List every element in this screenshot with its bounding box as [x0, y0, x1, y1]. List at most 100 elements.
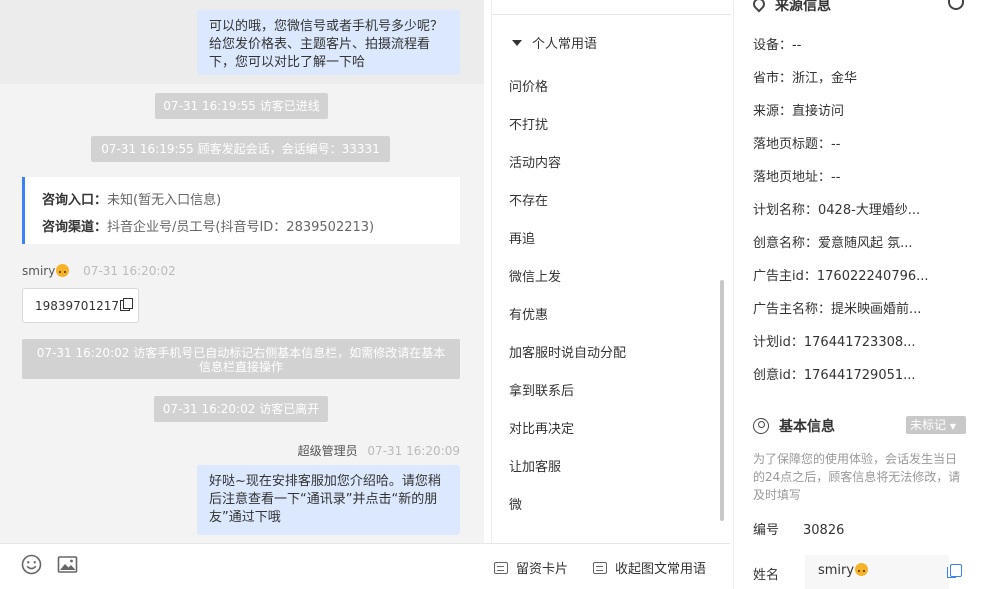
customer-id-row: 编号 30826	[753, 519, 844, 538]
phrase-item[interactable]: 加客服时说自动分配	[509, 342, 626, 361]
row-label: 省市：	[753, 71, 793, 86]
caret-down-icon: ▼	[949, 422, 956, 431]
phrase-item[interactable]: 不打扰	[509, 114, 548, 133]
row-label: 广告主id：	[753, 269, 817, 284]
customer-name-field[interactable]: smiry	[805, 555, 949, 589]
row-value: 176022240796...	[816, 269, 929, 284]
collapse-phrases-label: 收起图文常用语	[615, 562, 707, 577]
row-label: 创意名称：	[753, 236, 819, 251]
agent-message-bubble: 可以的哦，您微信号或者手机号多少呢？给您发价格表、主题客片、拍摄流程看下，您可以…	[197, 10, 460, 75]
row-label: 落地页地址：	[753, 170, 832, 185]
agent-name: 超级管理员	[297, 444, 358, 458]
phrase-item[interactable]: 有优惠	[509, 304, 548, 323]
phrase-group-label: 个人常用语	[532, 37, 598, 52]
basic-info-note: 为了保障您的使用体验，会话发生当日的24点之后，顾客信息将无法修改，请及时填写	[753, 452, 961, 502]
phrase-item[interactable]: 问价格	[509, 76, 548, 95]
user-icon	[753, 418, 769, 434]
phrase-group-personal[interactable]: 个人常用语	[512, 33, 597, 52]
source-row-plan-id: 计划id：176441723308...	[753, 331, 916, 350]
customer-name-label: 姓名	[753, 568, 780, 583]
row-label: 来源：	[753, 104, 793, 119]
lead-card-label: 留资卡片	[516, 562, 569, 577]
row-value: 176441729051...	[803, 368, 916, 383]
row-label: 落地页标题：	[753, 137, 832, 152]
source-info-title: 来源信息	[775, 0, 831, 14]
agent-message-meta: 超级管理员 07-31 16:20:09	[298, 442, 460, 459]
system-notice-enter: 07-31 16:19:55 访客已进线	[155, 93, 328, 119]
row-value: --	[792, 38, 802, 53]
customer-id-label: 编号	[753, 523, 780, 538]
row-value: 176441723308...	[803, 335, 916, 350]
row-label: 计划id：	[753, 335, 804, 350]
agent-message-bubble: 好哒~现在安排客服加您介绍哈。请您稍后注意查看一下“通讯录”并点击“新的朋友”通…	[197, 465, 460, 535]
system-notice-session: 07-31 16:19:55 顾客发起会话，会话编号：33331	[91, 136, 390, 162]
visitor-info-panel: 来源信息 设备：-- 省市：浙江，金华 来源：直接访问 落地页标题：-- 落地页…	[733, 0, 983, 589]
phrase-item[interactable]: 微	[509, 494, 522, 513]
basic-info-header: 基本信息	[753, 416, 835, 436]
visitor-message-meta: smiry 07-31 16:20:02	[22, 264, 176, 278]
divider	[492, 14, 731, 15]
copy-icon[interactable]	[947, 564, 962, 578]
customer-id-value: 30826	[803, 523, 845, 538]
row-label: 计划名称：	[753, 203, 819, 218]
row-value: 提米映画婚前...	[831, 302, 922, 317]
row-label: 创意id：	[753, 368, 804, 383]
phrase-item[interactable]: 不存在	[509, 190, 548, 209]
source-row-advertiser-id: 广告主id：176022240796...	[753, 265, 929, 284]
phrase-item[interactable]: 拿到联系后	[509, 380, 574, 399]
smiley-icon[interactable]	[21, 554, 42, 575]
collapse-phrases-button[interactable]: 收起图文常用语	[593, 558, 706, 577]
chat-panel[interactable]: 可以的哦，您微信号或者手机号多少呢？给您发价格表、主题客片、拍摄流程看下，您可以…	[0, 0, 484, 543]
settings-icon[interactable]	[948, 0, 964, 10]
copy-icon[interactable]	[119, 298, 133, 311]
row-value: 0428-大理婚纱...	[818, 203, 921, 218]
emoji-icon	[855, 563, 869, 576]
system-notice-left: 07-31 16:20:02 访客已离开	[154, 396, 328, 422]
tag-select-value: 未标记	[910, 418, 947, 432]
phrase-item[interactable]: 再追	[509, 228, 535, 247]
phrase-item[interactable]: 对比再决定	[509, 418, 574, 437]
consult-entry-value: 未知(暂无入口信息)	[107, 193, 222, 208]
source-row-origin: 来源：直接访问	[753, 100, 844, 119]
row-value: 爱意随风起 氛...	[818, 236, 913, 251]
basic-info-title: 基本信息	[779, 419, 835, 435]
consult-channel-label: 咨询渠道：	[42, 220, 108, 235]
visitor-time: 07-31 16:20:02	[83, 264, 176, 278]
row-value: 直接访问	[792, 104, 845, 119]
card-icon	[494, 562, 508, 574]
consult-channel-value: 抖音企业号/员工号(抖音号ID：2839502213)	[107, 220, 375, 235]
row-value: 浙江，金华	[792, 71, 858, 86]
source-row-landing-url: 落地页地址：--	[753, 166, 840, 185]
phrases-scrollbar[interactable]	[720, 280, 724, 521]
visitor-name: smiry	[22, 264, 56, 278]
source-row-creative-id: 创意id：176441729051...	[753, 364, 916, 383]
consult-channel-row: 咨询渠道：抖音企业号/员工号(抖音号ID：2839502213)	[42, 214, 460, 241]
source-row-device: 设备：--	[753, 34, 801, 53]
visitor-phone-number: 19839701217	[35, 299, 119, 313]
visitor-phone-message[interactable]: 19839701217	[22, 288, 139, 323]
phrase-item[interactable]: 微信上发	[509, 266, 561, 285]
customer-service-workspace: 可以的哦，您微信号或者手机号多少呢？给您发价格表、主题客片、拍摄流程看下，您可以…	[0, 0, 983, 589]
consult-entry-row: 咨询入口：未知(暂无入口信息)	[42, 187, 460, 214]
phrase-item[interactable]: 让加客服	[509, 456, 561, 475]
row-label: 广告主名称：	[753, 302, 832, 317]
source-row-landing-title: 落地页标题：--	[753, 133, 840, 152]
row-value: --	[831, 137, 841, 152]
source-row-advertiser-name: 广告主名称：提米映画婚前...	[753, 298, 921, 317]
image-icon[interactable]	[57, 554, 78, 575]
customer-name-value: smiry	[818, 563, 855, 578]
row-label: 设备：	[753, 38, 793, 53]
phrase-item[interactable]: 活动内容	[509, 152, 561, 171]
phrases-icon	[593, 562, 607, 574]
source-info-header: 来源信息	[750, 0, 831, 15]
lead-card-button[interactable]: 留资卡片	[494, 558, 568, 577]
consult-info-card: 咨询入口：未知(暂无入口信息) 咨询渠道：抖音企业号/员工号(抖音号ID：283…	[22, 177, 460, 244]
source-row-plan-name: 计划名称：0428-大理婚纱...	[753, 199, 920, 218]
row-value: --	[831, 170, 841, 185]
tag-select[interactable]: 未标记 ▼	[906, 416, 966, 434]
location-pin-icon	[750, 0, 768, 13]
agent-time: 07-31 16:20:09	[367, 444, 460, 458]
system-notice-phone-marked: 07-31 16:20:02 访客手机号已自动标记右侧基本信息栏，如需修改请在基…	[22, 339, 460, 379]
input-toolbar: 留资卡片 收起图文常用语	[0, 543, 730, 589]
consult-entry-label: 咨询入口：	[42, 193, 108, 208]
